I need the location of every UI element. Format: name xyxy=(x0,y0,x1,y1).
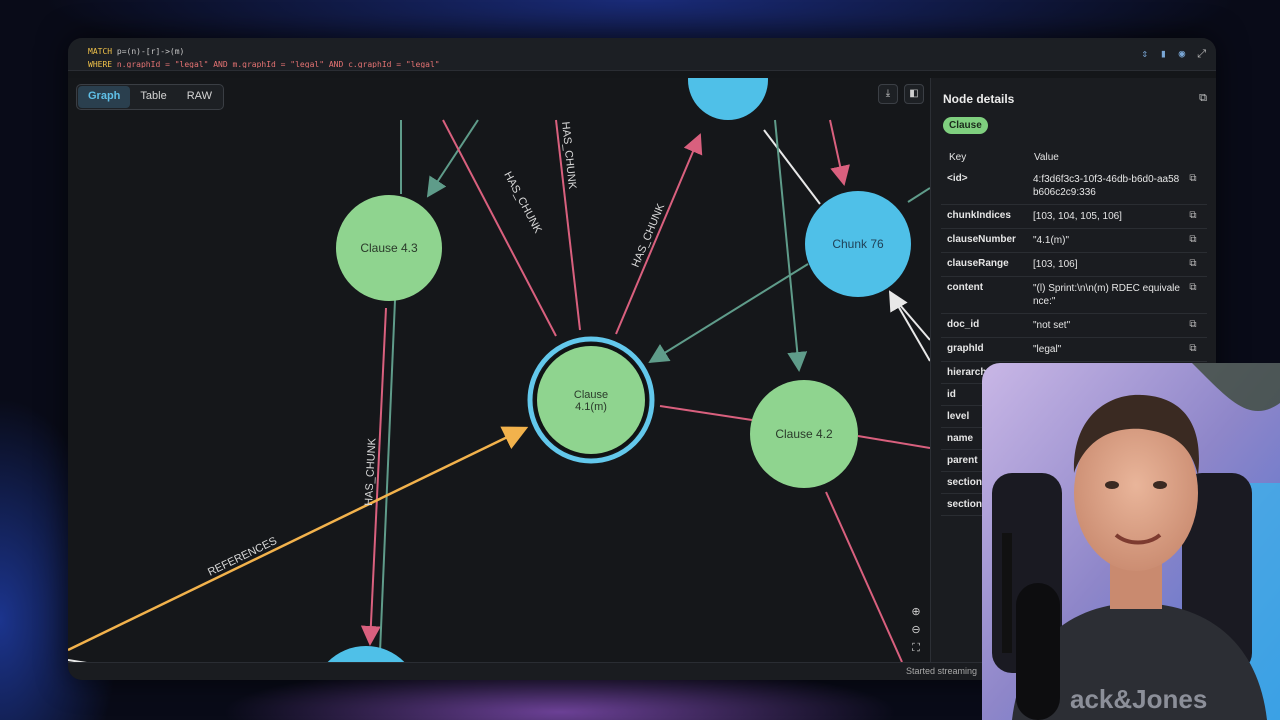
view-switcher: Graph Table RAW xyxy=(76,84,224,110)
edge-pink-clause-to-4-2[interactable] xyxy=(659,405,753,421)
property-key: chunkIndices xyxy=(947,210,1011,221)
property-value: 4:f3d6f3c3-10f3-46db-b6d0-aa58b606c2c9:3… xyxy=(1033,174,1180,198)
copy-icon[interactable]: ⧉ xyxy=(1183,282,1203,293)
zoom-out-icon[interactable]: ⊖ xyxy=(908,622,924,638)
tab-graph[interactable]: Graph xyxy=(78,86,131,108)
property-row: chunkIndices [103, 104, 105, 106] ⧉ xyxy=(941,205,1207,229)
run-icon[interactable]: ◉ xyxy=(1179,46,1186,62)
edge-teal-right[interactable] xyxy=(907,187,930,203)
copy-icon[interactable]: ⧉ xyxy=(1199,92,1207,105)
expand-icon[interactable]: ⤢ xyxy=(1197,46,1206,62)
edge-pink-4-2-right[interactable] xyxy=(857,435,930,449)
query-line-2: WHERE n.graphId = "legal" AND m.graphId … xyxy=(88,60,440,68)
edge-white-chunk-76[interactable] xyxy=(763,129,821,205)
panel-title: Node details xyxy=(943,92,1015,106)
property-row: clauseRange [103, 106] ⧉ xyxy=(941,253,1207,277)
edge-pink-4-2-down[interactable] xyxy=(825,491,903,662)
microphone xyxy=(1016,583,1060,720)
canvas-toolbar: ⤓ ◧ xyxy=(878,84,924,104)
property-value: "legal" xyxy=(1033,344,1062,355)
node-label-chunk-76: Chunk 76 xyxy=(832,237,884,251)
edge-label-references: REFERENCES xyxy=(206,535,279,579)
sidebar-toggle-icon[interactable]: ◧ xyxy=(904,84,924,104)
copy-icon[interactable]: ⧉ xyxy=(1183,234,1203,245)
property-value: [103, 104, 105, 106] xyxy=(1033,211,1122,222)
property-key: graphId xyxy=(947,343,984,354)
bookmark-icon[interactable]: ▮ xyxy=(1160,46,1167,62)
edge-pink-to-chunk-76[interactable] xyxy=(829,119,850,186)
tab-raw[interactable]: RAW xyxy=(177,86,222,108)
fit-view-icon[interactable]: ⛶ xyxy=(908,640,924,656)
tab-table[interactable]: Table xyxy=(130,86,176,108)
property-value: "4.1(m)" xyxy=(1033,235,1069,246)
edge-teal-chunk-to-clause[interactable] xyxy=(648,263,809,364)
property-value: "not set" xyxy=(1033,320,1071,331)
status-text: Started streaming xyxy=(906,666,978,676)
shirt-print: ack&Jones xyxy=(1070,684,1207,714)
edge-teal-to-clause-4-3[interactable] xyxy=(426,119,479,198)
eye-right xyxy=(1153,481,1167,489)
edge-teal-to-clause-4-2[interactable] xyxy=(774,119,808,372)
property-value: [103, 106] xyxy=(1033,259,1078,270)
copy-icon[interactable]: ⧉ xyxy=(1183,258,1203,269)
zoom-controls: ⊕ ⊖ ⛶ xyxy=(908,604,924,656)
node-chunk-bottom[interactable] xyxy=(312,646,420,662)
property-row: clauseNumber "4.1(m)" ⧉ xyxy=(941,229,1207,253)
node-label-clause-4-2: Clause 4.2 xyxy=(775,427,833,441)
query-editor[interactable]: MATCH p=(n)-[r]->(m) WHERE n.graphId = "… xyxy=(68,38,1216,71)
edge-teal-vertical[interactable] xyxy=(379,299,396,653)
edge-white-to-chunk-76-a[interactable] xyxy=(888,290,930,362)
reorder-icon[interactable]: ⇕ xyxy=(1141,46,1148,62)
property-value: "(l) Sprint:\n\n(m) RDEC equivalence:" xyxy=(1033,283,1180,307)
copy-icon[interactable]: ⧉ xyxy=(1183,319,1203,330)
property-key: content xyxy=(947,282,984,293)
editor-actions: ⇕ ▮ ◉ ⤢ xyxy=(1141,46,1206,62)
label-chip-clause[interactable]: Clause xyxy=(943,117,988,134)
mic-arm xyxy=(1002,533,1012,653)
edge-references[interactable] xyxy=(68,426,529,652)
node-label-clause-4-1m-line1: Clause xyxy=(574,389,608,401)
edge-label-has-chunk-a: HAS_CHUNK xyxy=(501,170,544,236)
zoom-in-icon[interactable]: ⊕ xyxy=(908,604,924,620)
key-header: Key xyxy=(949,152,967,163)
property-row: doc_id "not set" ⧉ xyxy=(941,314,1207,338)
edge-white-to-chunk-76-b[interactable] xyxy=(893,297,930,341)
download-icon[interactable]: ⤓ xyxy=(878,84,898,104)
property-key: <id> xyxy=(947,173,968,184)
webcam-overlay: ack&Jones xyxy=(982,363,1280,720)
graph-canvas[interactable]: HAS_CHUNK HAS_CHUNK HAS_CHUNK HAS_CHUNK … xyxy=(68,78,930,662)
copy-icon[interactable]: ⧉ xyxy=(1183,173,1203,184)
value-header: Value xyxy=(1034,152,1059,163)
property-row: content "(l) Sprint:\n\n(m) RDEC equivale… xyxy=(941,277,1207,314)
property-key: clauseNumber xyxy=(947,234,1016,245)
property-row: <id> 4:f3d6f3c3-10f3-46db-b6d0-aa58b606c2… xyxy=(941,168,1207,205)
node-chunk-top[interactable] xyxy=(688,78,768,120)
query-line-1: MATCH p=(n)-[r]->(m) xyxy=(88,47,185,56)
property-key: clauseRange xyxy=(947,258,1009,269)
eye-left xyxy=(1105,481,1119,489)
copy-icon[interactable]: ⧉ xyxy=(1183,343,1203,354)
node-label-clause-4-3: Clause 4.3 xyxy=(360,241,418,255)
edge-has-chunk-c[interactable] xyxy=(615,133,703,335)
node-label-clause-4-1m-line2: 4.1(m) xyxy=(575,401,607,413)
copy-icon[interactable]: ⧉ xyxy=(1183,210,1203,221)
property-row: graphId "legal" ⧉ xyxy=(941,338,1207,362)
property-key: doc_id xyxy=(947,319,980,330)
